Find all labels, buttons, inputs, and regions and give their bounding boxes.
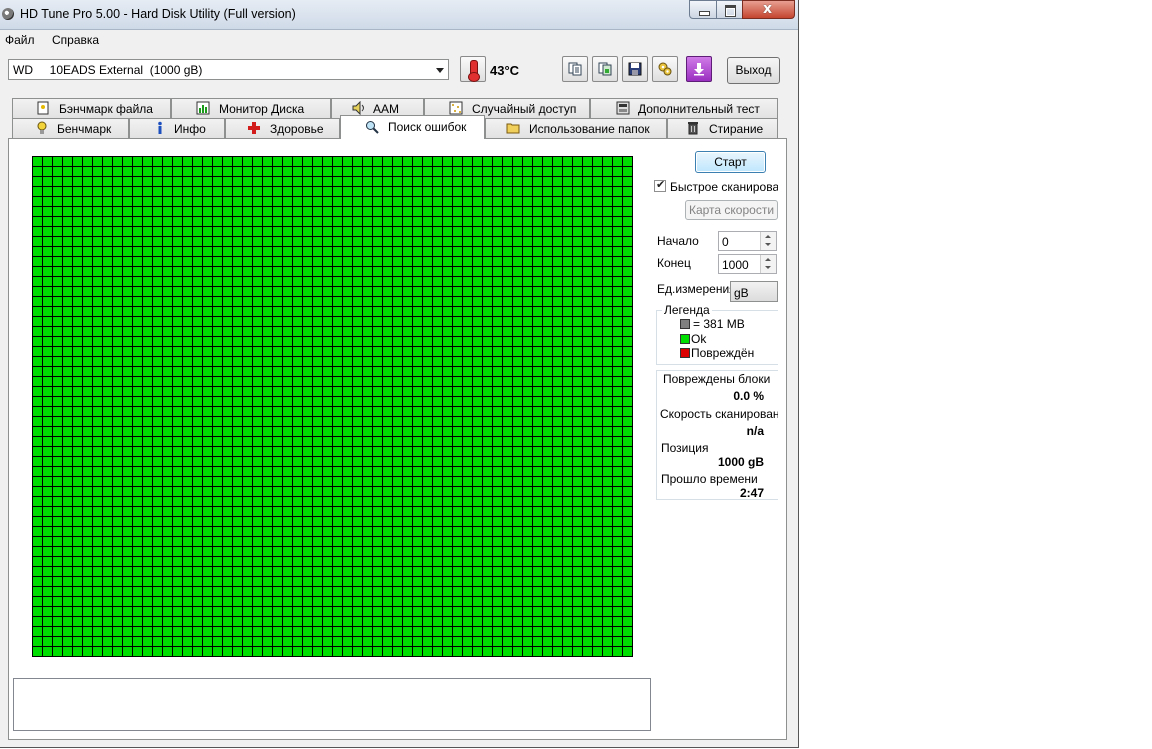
menu-file[interactable]: Файл — [5, 33, 35, 47]
tab-erase[interactable]: Стирание — [667, 118, 778, 138]
chevron-down-icon — [436, 68, 444, 73]
maximize-button[interactable] — [716, 0, 743, 19]
speaker-icon — [352, 101, 364, 115]
options-button[interactable] — [652, 56, 678, 82]
start-position-stepper[interactable]: 0 — [718, 231, 777, 251]
tab-benchmark[interactable]: Бенчмарк — [12, 118, 129, 138]
health-icon — [248, 122, 260, 134]
menu-help[interactable]: Справка — [52, 33, 99, 47]
damaged-blocks-value: 0.0 % — [733, 389, 764, 403]
elapsed-time-label: Прошло времени — [661, 472, 758, 486]
tab-error-scan[interactable]: Поиск ошибок — [340, 115, 485, 139]
tab-extra-tests[interactable]: Дополнительный тест — [590, 98, 778, 118]
scan-speed-value: n/a — [746, 424, 764, 438]
tab-health[interactable]: Здоровье — [225, 118, 340, 138]
drive-select[interactable]: WD 10EADS External (1000 gB) — [8, 59, 449, 80]
app-disk-icon[interactable] — [2, 8, 14, 20]
minimize-button[interactable] — [689, 0, 717, 19]
spin-down-icon[interactable] — [760, 241, 776, 250]
tab-row-2: Бенчмарк Инфо Здоровье Поиск ошибок Испо… — [12, 115, 778, 139]
scan-block-map — [32, 156, 633, 657]
legend-label-block-size: = 381 MB — [693, 317, 745, 331]
start-field-label: Начало — [657, 234, 699, 248]
position-value: 1000 gB — [717, 455, 764, 469]
temperature-value: 43°C — [490, 63, 520, 78]
legend-title: Легенда — [662, 303, 712, 317]
unit-select-value: gB — [734, 286, 749, 300]
unit-label: Ед.измерения — [657, 282, 736, 296]
close-icon: x — [763, 1, 773, 17]
tab-disk-monitor[interactable]: Монитор Диска — [171, 98, 331, 118]
toolbar: WD 10EADS External (1000 gB) 43°C Выход — [0, 52, 798, 88]
quick-scan-checkbox[interactable]: ✔ — [654, 178, 666, 192]
save-button[interactable] — [622, 56, 648, 82]
tab-info[interactable]: Инфо — [129, 118, 225, 138]
disk-monitor-icon — [196, 101, 210, 115]
end-field-label: Конец — [657, 256, 691, 270]
close-button[interactable]: x — [742, 0, 795, 19]
trash-icon — [688, 122, 698, 135]
tab-file-benchmark[interactable]: Бэнчмарк файла — [12, 98, 171, 118]
start-button[interactable]: Старт — [695, 151, 766, 173]
unit-select[interactable]: gB — [730, 281, 778, 302]
window-title: HD Tune Pro 5.00 - Hard Disk Utility (Fu… — [20, 7, 296, 21]
copy-text-icon — [568, 62, 582, 76]
spin-down-icon[interactable] — [760, 264, 776, 273]
elapsed-time-value: 2:47 — [739, 486, 764, 500]
drive-select-value: WD 10EADS External (1000 gB) — [13, 63, 203, 77]
start-position-value[interactable]: 0 — [722, 235, 729, 249]
download-button[interactable] — [686, 56, 712, 82]
end-position-stepper[interactable]: 1000 — [718, 254, 777, 274]
legend-label-ok: Ok — [691, 332, 707, 346]
position-label: Позиция — [661, 441, 709, 455]
download-icon — [694, 63, 704, 76]
copy-screenshot-button[interactable] — [592, 56, 618, 82]
file-benchmark-icon — [37, 101, 49, 115]
temperature-button[interactable] — [460, 56, 486, 82]
maximize-icon — [725, 5, 736, 17]
legend-label-damaged: Повреждён — [691, 346, 755, 360]
copy-text-button[interactable] — [562, 56, 588, 82]
damaged-blocks-label: Повреждены блоки — [663, 372, 771, 386]
app-window: HD Tune Pro 5.00 - Hard Disk Utility (Fu… — [0, 0, 799, 748]
scan-speed-label: Скорость сканирования — [660, 407, 778, 421]
options-icon — [658, 62, 672, 76]
speed-map-button[interactable]: Карта скорости — [685, 200, 778, 220]
legend-swatch-ok — [680, 334, 690, 344]
spin-up-icon[interactable] — [760, 232, 776, 241]
info-icon — [158, 121, 162, 134]
log-textbox[interactable] — [13, 678, 651, 731]
title-bar[interactable]: HD Tune Pro 5.00 - Hard Disk Utility (Fu… — [0, 0, 798, 30]
folder-icon — [506, 123, 520, 134]
legend-swatch-damaged — [680, 348, 690, 358]
benchmark-icon — [37, 121, 47, 134]
copy-screenshot-icon — [598, 62, 612, 76]
minimize-icon — [699, 11, 710, 16]
legend-swatch-block — [680, 319, 690, 329]
random-access-icon — [449, 101, 463, 115]
quick-scan-label[interactable]: Быстрое сканирование — [670, 180, 778, 194]
end-position-value[interactable]: 1000 — [722, 258, 749, 272]
extra-tests-icon — [616, 101, 630, 115]
menu-bar: Файл Справка — [0, 30, 798, 50]
checkmark-icon: ✔ — [656, 178, 666, 191]
window-controls: x — [689, 0, 795, 20]
save-icon — [628, 62, 642, 76]
magnifier-icon — [366, 121, 379, 134]
spin-up-icon[interactable] — [760, 255, 776, 264]
exit-button[interactable]: Выход — [727, 57, 780, 84]
tab-folder-usage[interactable]: Использование папок — [485, 118, 667, 138]
